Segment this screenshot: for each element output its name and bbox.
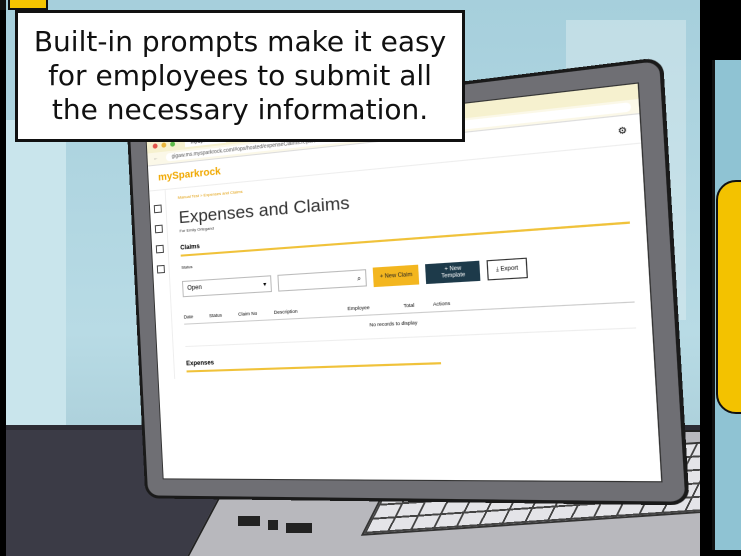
- panel-corner-accent: [8, 0, 48, 10]
- caption-text: Built-in prompts make it easy for employ…: [33, 25, 447, 126]
- column-header[interactable]: Description: [274, 309, 298, 315]
- app-logo[interactable]: mySparkrock: [158, 166, 221, 184]
- close-window-icon[interactable]: [152, 143, 158, 149]
- back-icon[interactable]: ←: [153, 155, 158, 162]
- column-header[interactable]: Date: [184, 314, 194, 320]
- caption-box: Built-in prompts make it easy for employ…: [15, 10, 465, 142]
- laptop-port: [268, 520, 278, 530]
- app-window: mySparkrock ← gigaw.ms.mysparkrock.com/#…: [145, 82, 663, 483]
- laptop-port: [238, 516, 260, 526]
- status-select[interactable]: Open ▾: [181, 275, 272, 298]
- column-header[interactable]: Total: [403, 302, 414, 308]
- search-icon: ⌕: [357, 275, 362, 283]
- sidebar-time-icon[interactable]: [156, 264, 165, 274]
- new-claim-button[interactable]: + New Claim: [372, 264, 420, 288]
- minimize-window-icon[interactable]: [161, 142, 167, 148]
- wall-panel-left: [6, 120, 66, 440]
- sidebar-home-icon[interactable]: [153, 204, 162, 214]
- expenses-section-title[interactable]: Expenses: [186, 352, 442, 373]
- settings-icon[interactable]: ⚙: [617, 124, 627, 135]
- column-header[interactable]: Status: [209, 312, 222, 318]
- chevron-down-icon: ▾: [263, 281, 267, 288]
- maximize-window-icon[interactable]: [170, 141, 176, 147]
- column-header[interactable]: Employee: [347, 305, 369, 312]
- laptop-port: [286, 523, 312, 533]
- comic-scene: mySparkrock ← gigaw.ms.mysparkrock.com/#…: [6, 0, 735, 556]
- new-template-button[interactable]: + New Template: [425, 260, 481, 285]
- column-header: Actions: [432, 300, 451, 307]
- search-input[interactable]: ⌕: [277, 269, 367, 292]
- export-button[interactable]: ⤓ Export: [487, 257, 528, 281]
- right-panel-figure: [716, 180, 741, 414]
- column-header[interactable]: Claim No: [238, 311, 257, 317]
- claims-toolbar: Open ▾ ⌕ + New Claim + New Template ⤓ Ex…: [181, 251, 633, 298]
- status-select-value: Open: [187, 284, 203, 292]
- sidebar-calendar-icon[interactable]: [155, 244, 164, 254]
- sidebar-people-icon[interactable]: [154, 224, 163, 234]
